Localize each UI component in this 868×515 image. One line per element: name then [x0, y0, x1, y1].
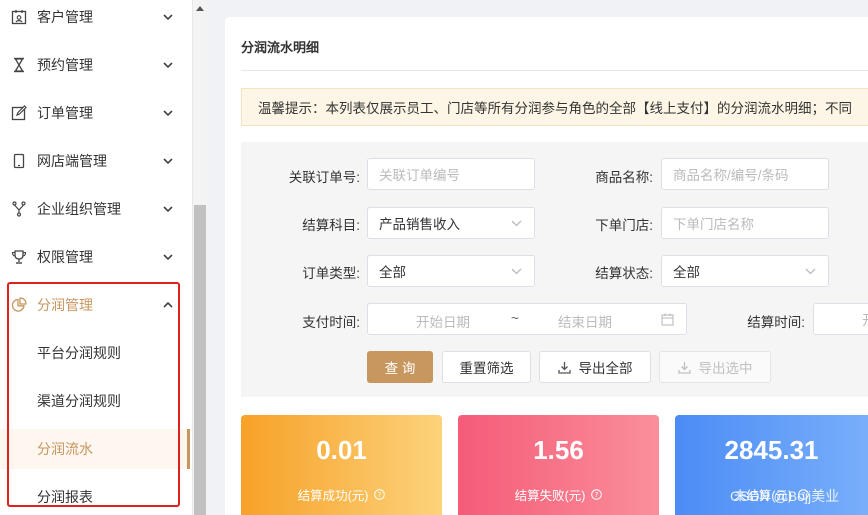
subitem-label: 分润流水 — [37, 441, 93, 457]
subitem-label: 渠道分润规则 — [37, 393, 121, 409]
settle-status-select[interactable]: 全部 — [661, 255, 829, 287]
order-type-label: 订单类型: — [302, 266, 360, 281]
sidebar-item-label: 分润管理 — [37, 297, 93, 313]
sidebar-item-label: 权限管理 — [37, 249, 93, 265]
chevron-down-icon — [163, 110, 173, 117]
subject-select[interactable]: 产品销售收入 — [367, 207, 535, 239]
order-type-value: 全部 — [379, 265, 406, 280]
subject-label: 结算科目: — [302, 218, 360, 233]
chevron-down-icon — [163, 254, 173, 261]
order-no-label: 关联订单号: — [288, 170, 360, 185]
sidebar-item-appointments[interactable]: 预约管理 — [0, 41, 190, 89]
stat-caption: 结算成功(元) ? — [241, 485, 442, 504]
stat-value: 2845.31 — [724, 435, 819, 465]
reset-filter-button[interactable]: 重置筛选 — [442, 351, 531, 383]
sidebar-item-label: 订单管理 — [37, 105, 93, 121]
trophy-icon — [11, 250, 27, 264]
subitem-label: 平台分润规则 — [37, 345, 121, 361]
stat-caption-text: 结算失败(元) — [514, 489, 586, 503]
pay-time-end[interactable]: 结束日期 — [558, 311, 612, 331]
calendar-user-icon — [11, 10, 27, 25]
sidebar-item-label: 企业组织管理 — [37, 201, 121, 217]
export-all-label: 导出全部 — [578, 361, 633, 376]
subitem-label: 分润报表 — [37, 489, 93, 505]
stat-value: 1.56 — [533, 435, 584, 465]
edit-icon — [11, 105, 27, 121]
svg-text:?: ? — [595, 491, 599, 499]
sidebar-item-label: 网店端管理 — [37, 153, 107, 169]
help-icon[interactable]: ? — [374, 489, 386, 500]
pay-time-start[interactable]: 开始日期 — [416, 311, 470, 331]
settle-time-label: 结算时间: — [747, 315, 805, 330]
order-type-select[interactable]: 全部 — [367, 255, 535, 287]
subitem-channel-rules[interactable]: 渠道分润规则 — [0, 381, 190, 421]
calendar-icon — [661, 313, 674, 326]
scrollbar-thumb[interactable] — [194, 205, 206, 515]
stat-card-settled: 0.01 结算成功(元) ? — [241, 415, 442, 515]
stat-value: 0.01 — [316, 435, 367, 465]
export-all-button[interactable]: 导出全部 — [539, 351, 651, 383]
stat-caption: 结算失败(元) ? — [458, 485, 659, 504]
sidebar-item-customers[interactable]: 客户管理 — [0, 0, 190, 41]
product-input[interactable]: 商品名称/编号/条码 — [661, 158, 829, 190]
subitem-profit-flow[interactable]: 分润流水 — [0, 429, 190, 469]
mobile-icon — [13, 153, 25, 169]
sidebar-item-profit-sharing[interactable]: 分润管理 — [0, 281, 190, 329]
stat-caption-text: 结算成功(元) — [297, 489, 369, 503]
pay-time-range[interactable]: 开始日期 ~ 结束日期 — [367, 303, 687, 335]
store-input[interactable]: 下单门店名称 — [661, 207, 829, 239]
watermark: CSDN @Bojj美业 — [730, 488, 840, 504]
chevron-down-icon — [163, 62, 173, 69]
subitem-platform-rules[interactable]: 平台分润规则 — [0, 333, 190, 373]
divider — [241, 70, 868, 71]
store-label: 下单门店: — [595, 218, 653, 233]
chevron-down-icon — [511, 220, 522, 227]
product-label: 商品名称: — [595, 170, 653, 185]
settle-time-range[interactable]: 开 — [813, 303, 868, 335]
hourglass-icon — [14, 57, 24, 73]
scroll-up-arrow-icon[interactable] — [196, 6, 204, 11]
chevron-up-icon — [163, 301, 173, 308]
page-title: 分润流水明细 — [241, 40, 320, 55]
org-icon — [12, 201, 26, 217]
download-icon — [677, 361, 691, 374]
subject-select-value: 产品销售收入 — [379, 217, 460, 232]
pie-chart-icon — [11, 297, 27, 312]
chevron-down-icon — [805, 268, 816, 275]
export-selected-label: 导出选中 — [698, 361, 753, 376]
subitem-profit-report[interactable]: 分润报表 — [0, 477, 190, 515]
sidebar-item-webstore[interactable]: 网店端管理 — [0, 137, 190, 185]
download-icon — [557, 361, 571, 374]
export-selected-button[interactable]: 导出选中 — [659, 351, 771, 383]
settle-status-label: 结算状态: — [595, 266, 653, 281]
tip-banner: 温馨提示：本列表仅展示员工、门店等所有分润参与角色的全部【线上支付】的分润流水明… — [241, 88, 868, 126]
sidebar-item-orders[interactable]: 订单管理 — [0, 89, 190, 137]
sidebar-item-permissions[interactable]: 权限管理 — [0, 233, 190, 281]
chevron-down-icon — [163, 158, 173, 165]
chevron-down-icon — [163, 14, 173, 21]
pay-time-label: 支付时间: — [302, 315, 360, 330]
svg-text:?: ? — [378, 491, 382, 499]
chevron-down-icon — [511, 268, 522, 275]
range-separator: ~ — [511, 311, 519, 326]
sidebar-item-label: 客户管理 — [37, 9, 93, 25]
order-no-input[interactable]: 关联订单编号 — [367, 158, 535, 190]
sidebar-item-label: 预约管理 — [37, 57, 93, 73]
settle-status-value: 全部 — [673, 265, 700, 280]
sidebar: 客户管理 预约管理 订单管理 网店端管理 企业组织管理 权限管理 分润管理 平台… — [0, 0, 193, 515]
sidebar-item-organization[interactable]: 企业组织管理 — [0, 185, 190, 233]
chevron-down-icon — [163, 206, 173, 213]
help-icon[interactable]: ? — [591, 489, 603, 500]
stat-card-failed: 1.56 结算失败(元) ? — [458, 415, 659, 515]
query-button[interactable]: 查 询 — [367, 351, 433, 383]
